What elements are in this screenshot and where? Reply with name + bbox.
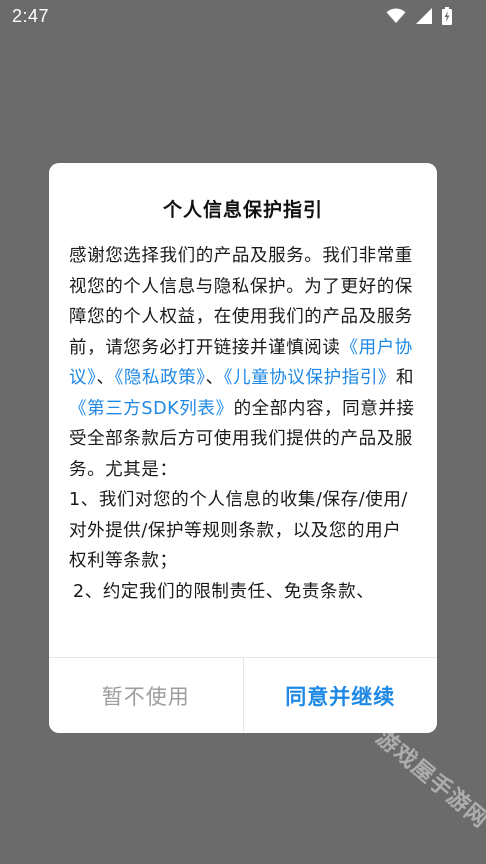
status-icons <box>386 7 452 25</box>
dialog-footer: 暂不使用 同意并继续 <box>49 658 437 733</box>
privacy-dialog: 个人信息保护指引 感谢您选择我们的产品及服务。我们非常重视您的个人信息与隐私保护… <box>49 163 437 733</box>
status-time: 2:47 <box>12 6 50 26</box>
decline-button[interactable]: 暂不使用 <box>49 658 243 733</box>
separator-2: 、 <box>205 368 224 388</box>
children-guide-link[interactable]: 《儿童协议保护指引》 <box>224 368 396 388</box>
battery-icon <box>442 7 452 25</box>
list-item-1: 1、我们对您的个人信息的收集/保存/使用/对外提供/保护等规则条款，以及您的用户… <box>69 490 408 571</box>
dialog-title: 个人信息保护指引 <box>162 199 323 221</box>
dialog-body[interactable]: 感谢您选择我们的产品及服务。我们非常重视您的个人信息与隐私保护。为了更好的保障您… <box>69 241 417 657</box>
watermark: 游戏屋手游网 <box>370 725 486 834</box>
wifi-icon <box>386 8 406 24</box>
sdk-list-link[interactable]: 《第三方SDK列表》 <box>69 399 234 419</box>
status-bar: 2:47 <box>0 0 486 34</box>
list-item-2: 2、约定我们的限制责任、免责条款、 <box>73 581 375 602</box>
privacy-policy-link[interactable]: 《隐私政策》 <box>115 368 206 388</box>
intro-paragraph: 感谢您选择我们的产品及服务。我们非常重视您的个人信息与隐私保护。为了更好的保障您… <box>69 241 417 485</box>
separator-3: 和 <box>396 368 415 388</box>
separator-1: 、 <box>96 368 115 388</box>
accept-button[interactable]: 同意并继续 <box>244 658 438 733</box>
signal-icon <box>416 8 432 24</box>
